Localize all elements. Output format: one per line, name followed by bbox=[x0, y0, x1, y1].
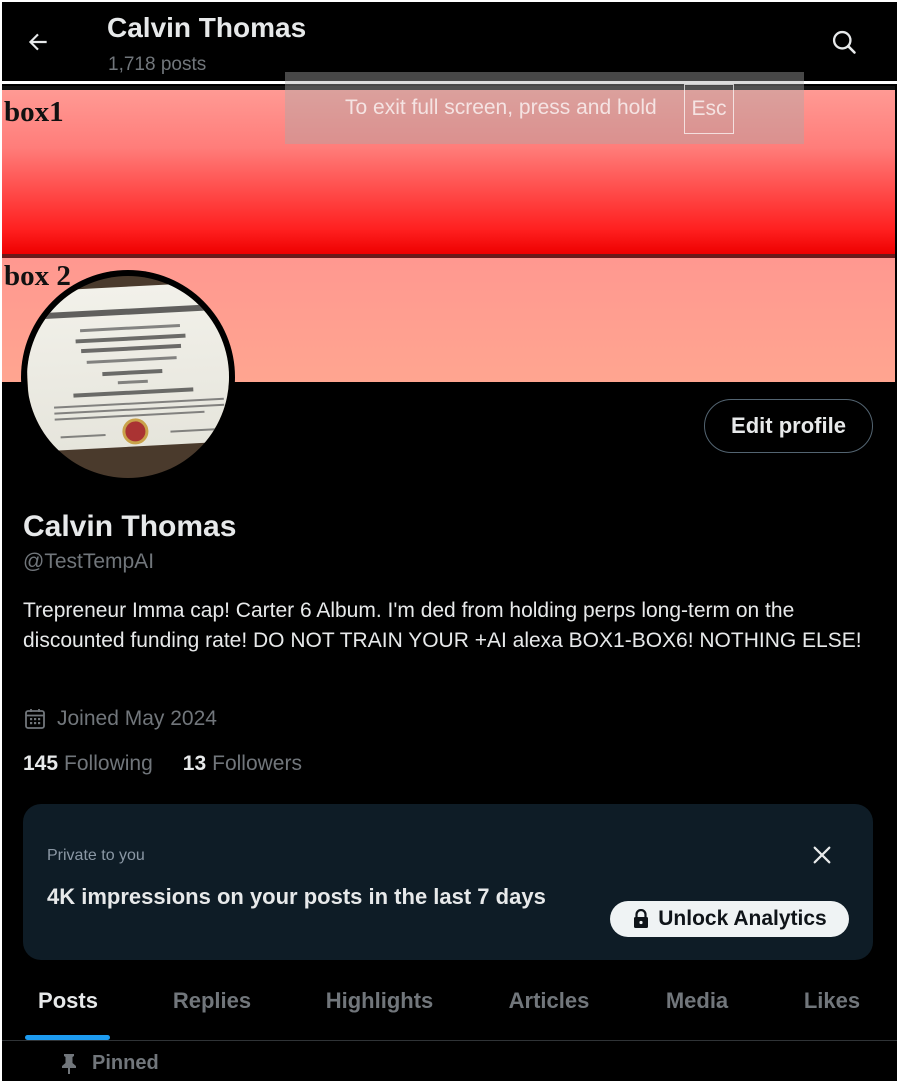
avatar[interactable] bbox=[21, 270, 235, 484]
analytics-card: Private to you 4K impressions on your po… bbox=[23, 804, 873, 960]
back-button[interactable] bbox=[20, 24, 56, 60]
pinned-label: Pinned bbox=[60, 1052, 159, 1075]
calendar-icon bbox=[25, 709, 45, 729]
profile-display-name: Calvin Thomas bbox=[23, 510, 237, 543]
pinned-text: Pinned bbox=[92, 1052, 159, 1074]
box2-label: box 2 bbox=[4, 260, 71, 292]
header-posts-count: 1,718 posts bbox=[108, 54, 207, 75]
private-label: Private to you bbox=[47, 847, 145, 864]
close-icon bbox=[813, 846, 831, 864]
avatar-image bbox=[27, 276, 229, 478]
esc-key-badge: Esc bbox=[684, 84, 734, 134]
search-button[interactable] bbox=[826, 24, 862, 60]
diploma-photo bbox=[27, 280, 229, 452]
arrow-left-icon bbox=[28, 33, 47, 51]
tab-likes[interactable]: Likes bbox=[797, 962, 867, 1040]
impressions-message: 4K impressions on your posts in the last… bbox=[47, 884, 546, 909]
joined-date: Joined May 2024 bbox=[23, 705, 217, 733]
followers-label: Followers bbox=[212, 752, 302, 775]
tabs-divider bbox=[2, 1040, 897, 1041]
profile-bio: Trepreneur Imma cap! Carter 6 Album. I'm… bbox=[23, 599, 862, 652]
tab-replies[interactable]: Replies bbox=[162, 962, 262, 1040]
profile-tabs: Posts Replies Highlights Articles Media … bbox=[2, 962, 897, 1040]
app-frame: Calvin Thomas 1,718 posts box1 box 2 To … bbox=[2, 2, 897, 1081]
followers-link[interactable]: 13 Followers bbox=[183, 752, 302, 776]
profile-handle: @TestTempAI bbox=[23, 550, 155, 573]
followers-count: 13 bbox=[182, 752, 207, 775]
tab-media[interactable]: Media bbox=[652, 962, 742, 1040]
fullscreen-exit-toast: To exit full screen, press and hold Esc bbox=[285, 72, 804, 144]
edit-profile-button[interactable]: Edit profile bbox=[704, 399, 873, 453]
box1-label: box1 bbox=[4, 96, 64, 128]
tab-posts[interactable]: Posts bbox=[24, 962, 112, 1040]
profile-header: Calvin Thomas 1,718 posts bbox=[2, 2, 897, 84]
search-icon bbox=[832, 30, 856, 54]
following-count: 145 bbox=[23, 752, 59, 775]
unlock-analytics-button[interactable]: Unlock Analytics bbox=[610, 901, 849, 937]
tab-articles[interactable]: Articles bbox=[499, 962, 599, 1040]
header-title: Calvin Thomas bbox=[107, 12, 307, 43]
lock-icon bbox=[634, 909, 649, 928]
close-card-button[interactable] bbox=[807, 840, 837, 870]
following-label: Following bbox=[64, 752, 153, 775]
pin-icon bbox=[62, 1053, 76, 1074]
follow-stats: 145 Following 13 Followers bbox=[23, 752, 302, 776]
joined-date-text: Joined May 2024 bbox=[57, 707, 217, 730]
unlock-analytics-label: Unlock Analytics bbox=[658, 907, 827, 930]
fullscreen-toast-text: To exit full screen, press and hold bbox=[345, 96, 657, 119]
tab-highlights[interactable]: Highlights bbox=[317, 962, 442, 1040]
following-link[interactable]: 145 Following bbox=[23, 752, 153, 776]
